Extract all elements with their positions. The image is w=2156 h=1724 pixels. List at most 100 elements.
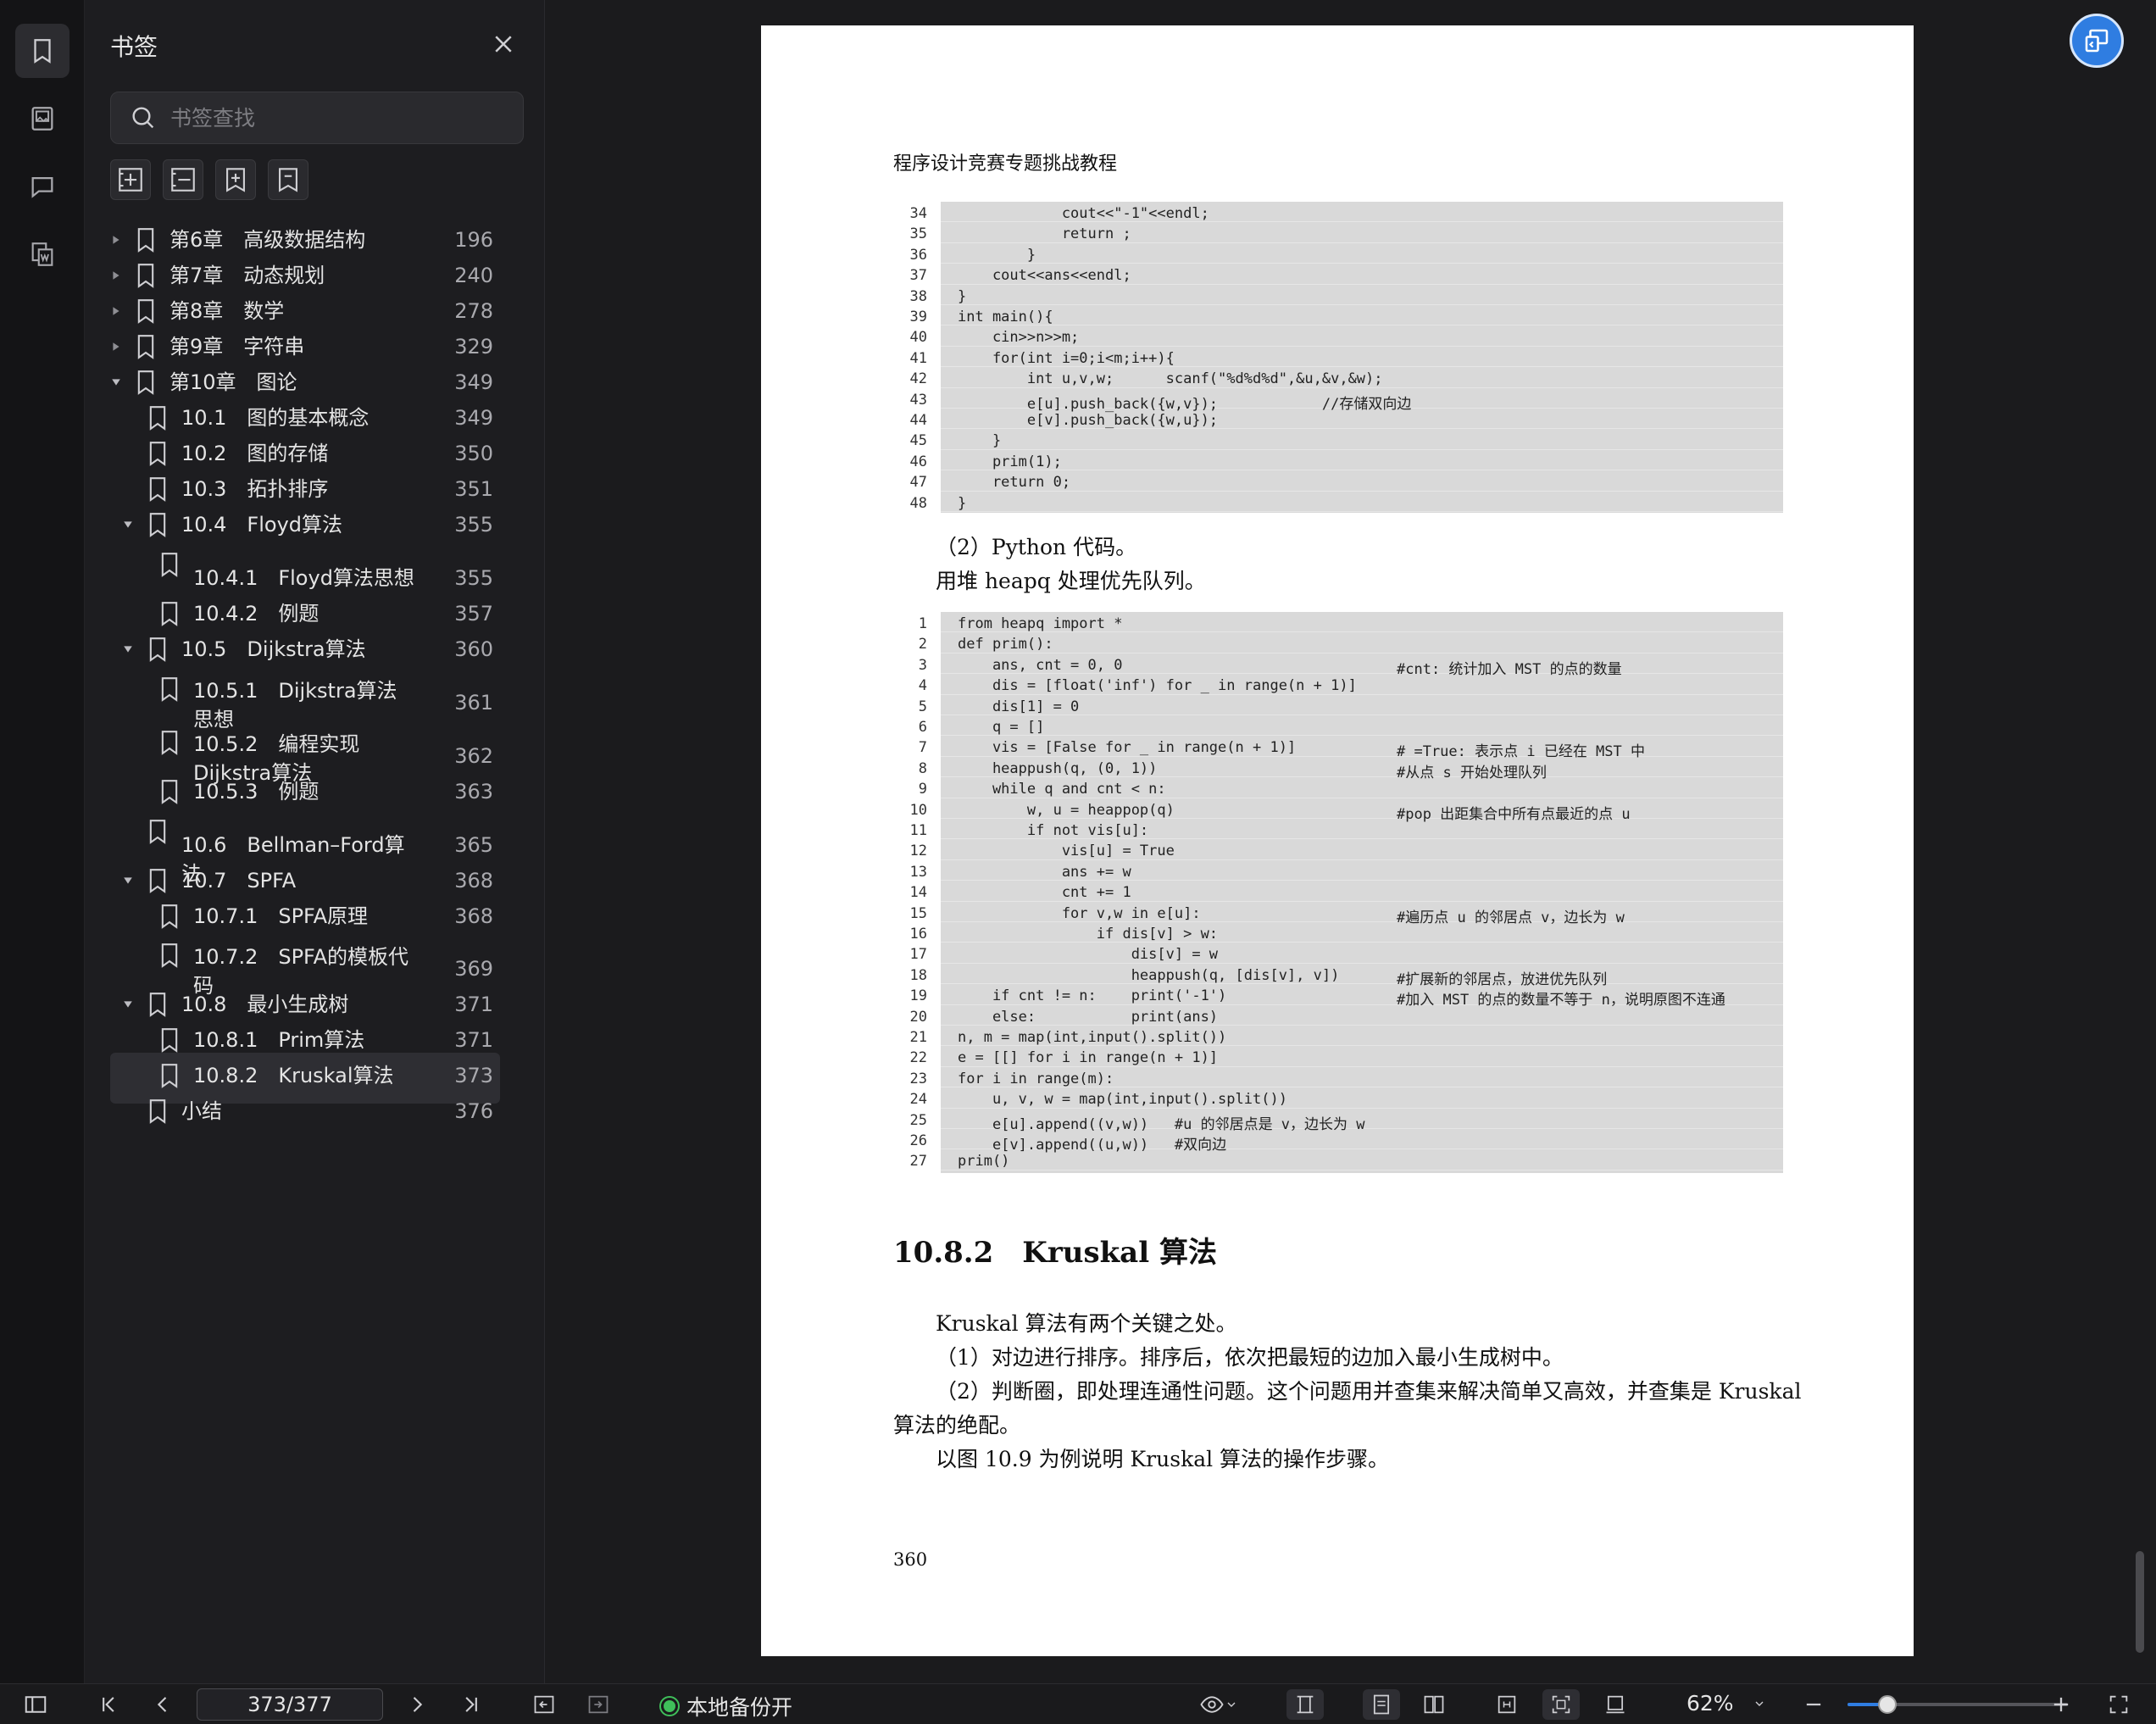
bookmark-item[interactable]: 10.4 Floyd算法 355 (110, 510, 500, 546)
bookmark-item[interactable]: 10.2 图的存储 350 (110, 439, 500, 475)
code-line-text: ans += w (958, 863, 1131, 881)
convert-icon (31, 242, 53, 266)
bookmark-icon (146, 817, 169, 846)
expand-all-icon (119, 168, 142, 192)
add-bookmark-icon (226, 168, 245, 192)
double-page-button[interactable] (1415, 1689, 1453, 1720)
close-panel-button[interactable] (488, 29, 519, 59)
bookmark-item[interactable]: 10.6 Bellman–Ford算法 365 (110, 820, 500, 886)
zoom-out-button[interactable] (1798, 1689, 1829, 1720)
collapse-toggle-icon[interactable] (110, 270, 122, 281)
bookmark-item[interactable]: 第10章 图论 349 (110, 368, 500, 403)
next-page-button[interactable] (400, 1689, 434, 1720)
page-number-input[interactable]: 373/377 (197, 1688, 383, 1721)
convert-panel-button[interactable] (15, 227, 69, 281)
double-page-icon (1424, 1695, 1444, 1714)
collapse-toggle-icon[interactable] (110, 305, 122, 317)
bookmark-label: 第8章 数学 (169, 299, 285, 323)
bookmark-settings-button[interactable] (268, 159, 308, 200)
code-line-number: 21 (909, 1029, 927, 1046)
left-icon-rail (0, 0, 85, 1683)
single-page-button[interactable] (1363, 1689, 1400, 1720)
bookmark-item[interactable]: 10.5.1 Dijkstra算法思想 361 (110, 677, 500, 734)
add-bookmark-button[interactable] (215, 159, 256, 200)
bookmark-item[interactable]: 10.3 拓扑排序 351 (110, 475, 500, 510)
code-line-number: 23 (909, 1070, 927, 1087)
bookmark-item[interactable]: 10.4.2 例题 357 (110, 599, 500, 635)
chevron-down-icon (1227, 1702, 1236, 1707)
bookmark-item[interactable]: 10.5.3 例题 363 (110, 777, 500, 813)
bookmark-page-number: 240 (454, 264, 493, 287)
fit-page-button[interactable] (1542, 1689, 1580, 1720)
bookmark-item[interactable]: 小结 376 (110, 1097, 500, 1132)
collapse-toggle-icon[interactable] (110, 234, 122, 246)
expand-all-button[interactable] (110, 159, 151, 200)
expand-toggle-icon[interactable] (110, 376, 122, 388)
bookmark-item[interactable]: 第9章 字符串 329 (110, 332, 500, 368)
thumbnail-panel-button[interactable] (15, 92, 69, 146)
zoom-dropdown[interactable]: 62% (1686, 1691, 1766, 1716)
bookmark-icon (134, 368, 158, 397)
code-line-number: 47 (909, 474, 927, 492)
reading-mode-dropdown[interactable] (1193, 1689, 1244, 1720)
continuous-scroll-icon (1297, 1695, 1314, 1714)
code-line-row (941, 243, 1783, 264)
document-scrollbar[interactable] (2136, 1551, 2144, 1653)
code-line-text: if dis[v] > w: (958, 926, 1219, 943)
bookmark-item[interactable]: 第6章 高级数据结构 196 (110, 225, 500, 261)
last-page-icon (465, 1697, 477, 1712)
bookmark-item[interactable]: 10.4.1 Floyd算法思想 355 (110, 553, 500, 601)
expand-toggle-icon[interactable] (122, 875, 134, 887)
bookmark-page-number: 196 (454, 228, 493, 252)
bookmark-page-number: 371 (454, 993, 493, 1016)
continuous-scroll-button[interactable] (1286, 1689, 1324, 1720)
bookmark-panel-button[interactable] (15, 24, 69, 78)
bottom-toolbar: 373/377 本地备份开 62% (0, 1683, 2156, 1724)
code-line-text: q = [] (958, 719, 1045, 736)
code-line-number: 43 (909, 391, 927, 409)
expand-toggle-icon[interactable] (122, 998, 134, 1010)
bookmark-search[interactable] (110, 92, 524, 144)
bookmark-icon (146, 475, 169, 503)
toggle-sidebar-button[interactable] (19, 1689, 53, 1720)
code-line-text: for v,w in e[u]: (958, 904, 1201, 922)
fit-width-button[interactable] (1488, 1689, 1525, 1720)
bookmark-page-number: 368 (454, 904, 493, 928)
code-line-text: if not vis[u]: (958, 822, 1149, 839)
code-line-number: 34 (909, 205, 927, 222)
zoom-slider[interactable] (1848, 1695, 2068, 1714)
bookmark-label: 10.4.1 Floyd算法思想 (193, 566, 414, 590)
collapse-all-button[interactable] (163, 159, 203, 200)
floating-action-button[interactable] (2070, 14, 2124, 68)
local-backup-toggle[interactable]: 本地备份开 (661, 1691, 792, 1721)
last-page-button[interactable] (454, 1689, 488, 1720)
expand-toggle-icon[interactable] (122, 519, 134, 531)
bookmark-search-input[interactable] (170, 105, 492, 131)
bookmark-item[interactable]: 10.7 SPFA 368 (110, 866, 500, 902)
bookmark-item[interactable]: 10.8.2 Kruskal算法 373 (110, 1053, 500, 1104)
code-line-number: 25 (909, 1111, 927, 1129)
bookmark-item[interactable]: 10.1 图的基本概念 349 (110, 403, 500, 439)
previous-page-button[interactable] (146, 1689, 180, 1720)
rotate-button[interactable] (1597, 1689, 1634, 1720)
bookmark-item[interactable]: 第8章 数学 278 (110, 297, 500, 332)
bookmark-page-number: 373 (454, 1064, 493, 1087)
bookmark-item[interactable]: 10.7.1 SPFA原理 368 (110, 902, 500, 937)
comment-panel-button[interactable] (15, 159, 69, 214)
document-canvas[interactable]: 程序设计竞赛专题挑战教程 34 cout<<"-1"<<endl; 35 retu… (546, 0, 2156, 1683)
zoom-in-button[interactable] (2046, 1689, 2076, 1720)
zoom-slider-handle[interactable] (1877, 1695, 1897, 1714)
bookmark-item[interactable]: 10.5 Dijkstra算法 360 (110, 635, 500, 670)
fullscreen-button[interactable] (2102, 1689, 2136, 1720)
code-line-number: 37 (909, 267, 927, 285)
go-forward-button[interactable] (581, 1689, 615, 1720)
bookmark-item[interactable]: 10.8 最小生成树 371 (110, 990, 500, 1026)
collapse-toggle-icon[interactable] (110, 341, 122, 353)
bookmark-item[interactable]: 第7章 动态规划 240 (110, 261, 500, 297)
body-paragraph: 算法的绝配。 (893, 1413, 1021, 1438)
code-line-number: 46 (909, 453, 927, 470)
code-line-text: cin>>n>>m; (958, 329, 1080, 347)
go-back-button[interactable] (527, 1689, 561, 1720)
first-page-button[interactable] (92, 1689, 125, 1720)
expand-toggle-icon[interactable] (122, 643, 134, 655)
